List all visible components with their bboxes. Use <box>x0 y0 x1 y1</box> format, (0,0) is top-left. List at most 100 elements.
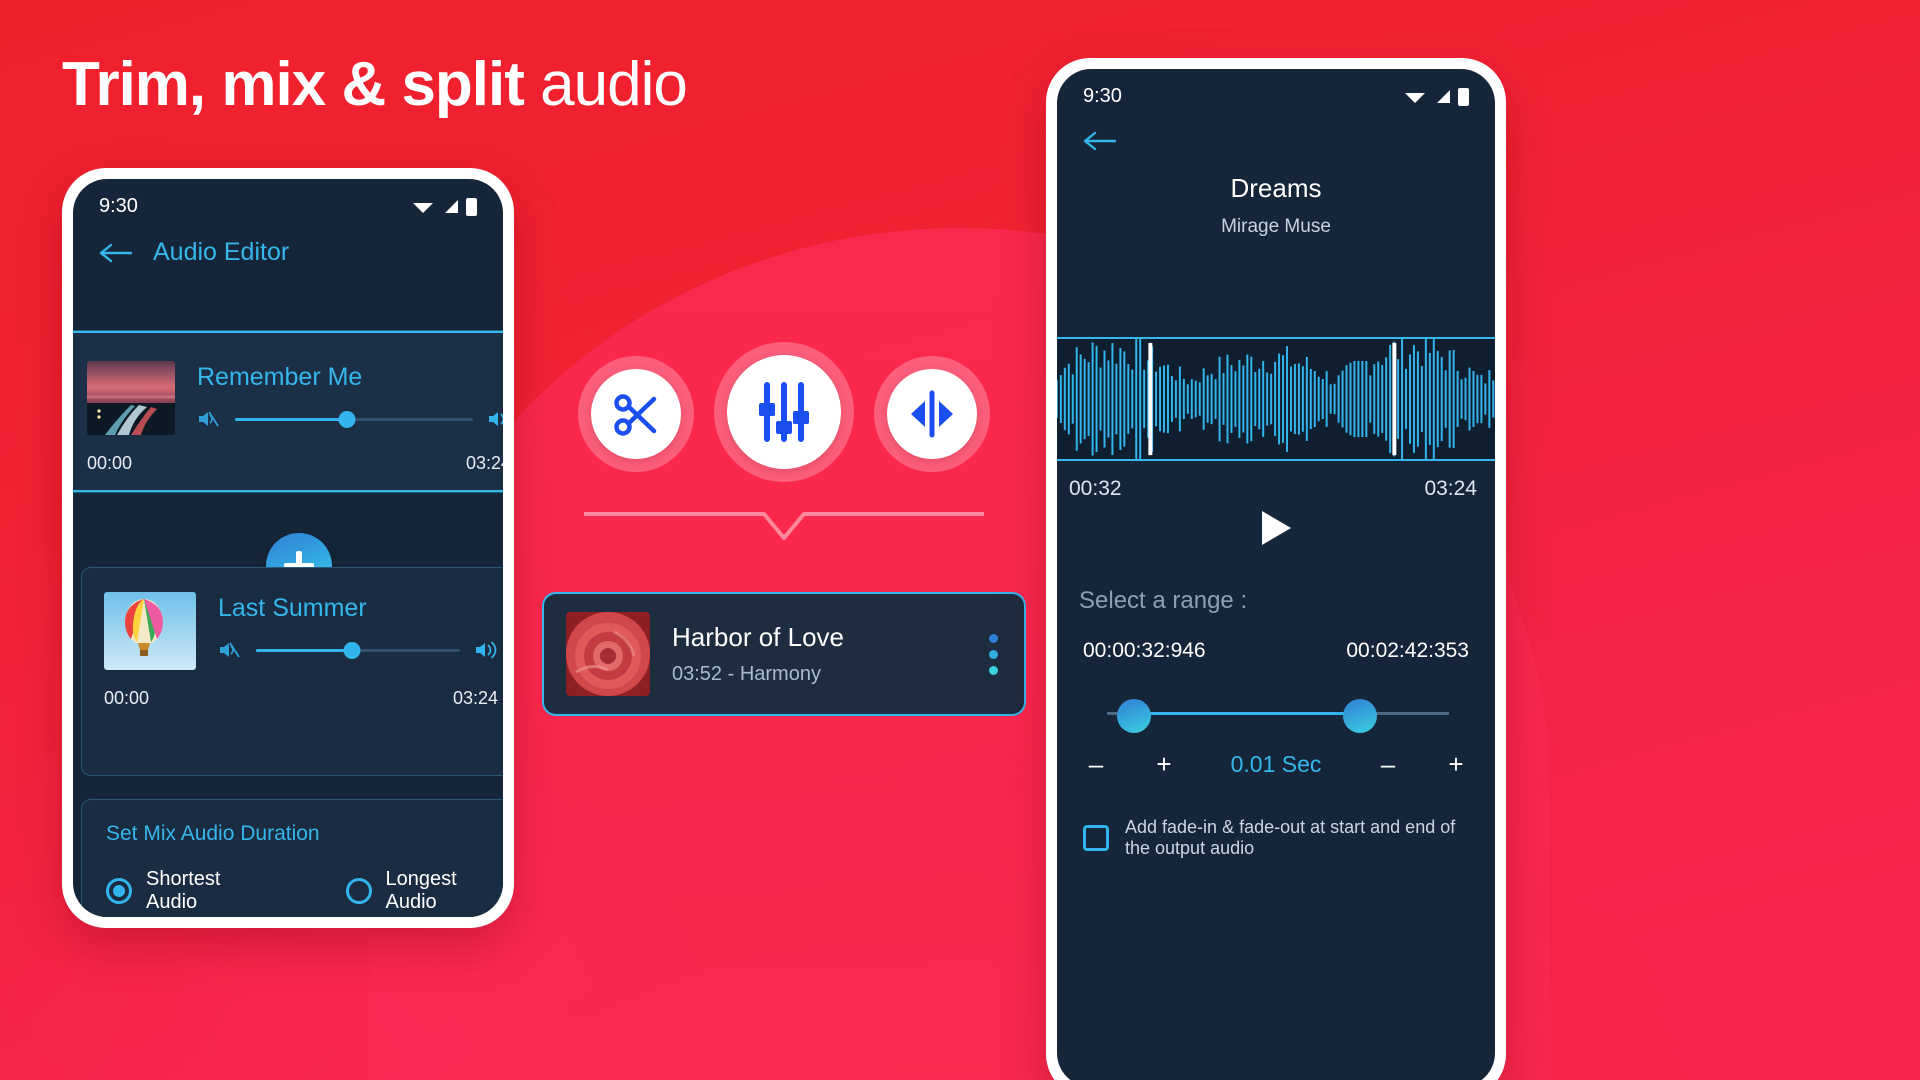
kebab-menu-icon[interactable] <box>989 633 1002 675</box>
volume-row <box>218 639 498 661</box>
split-tool-inner <box>887 369 977 459</box>
volume-slider-2[interactable] <box>256 641 460 659</box>
audio-waveform[interactable] <box>1057 337 1495 461</box>
nav-bar: Audio Editor <box>73 224 503 289</box>
slider-fill <box>235 418 347 421</box>
track-card-2[interactable]: Last Summer 00:00 03:24 <box>81 567 503 776</box>
song-artist: Mirage Muse <box>1221 216 1331 237</box>
volume-high-icon[interactable] <box>474 639 498 661</box>
wifi-icon <box>1405 92 1425 103</box>
track-row: Last Summer <box>104 592 498 670</box>
now-playing-info: Dreams Mirage Muse <box>1057 173 1495 238</box>
slider-fill <box>256 649 352 652</box>
output-track-card[interactable]: Harbor of Love 03:52 - Harmony <box>542 592 1026 716</box>
split-arrows-icon <box>911 390 953 438</box>
hot-air-balloon-thumbnail <box>104 592 196 670</box>
volume-mute-icon[interactable] <box>197 408 221 430</box>
track-card-selected[interactable]: Remember Me 00:00 03:2 <box>73 331 503 492</box>
status-time: 9:30 <box>99 195 138 217</box>
total-time: 03:24 <box>1424 477 1477 500</box>
red-rose-thumbnail <box>566 612 650 696</box>
status-time: 9:30 <box>1083 85 1122 107</box>
track-title: Last Summer <box>218 594 367 622</box>
left-phone-frame: 9:30 Audio Editor Remember Me 00:00 03:2… <box>62 168 514 928</box>
range-slider[interactable] <box>1107 699 1449 733</box>
track-start-time: 00:00 <box>87 453 133 473</box>
status-icons <box>1404 87 1469 106</box>
range-times: 00:00:32:946 00:02:42:353 <box>1083 639 1469 663</box>
start-plus-button[interactable]: + <box>1151 749 1177 780</box>
status-bar: 9:30 <box>73 179 503 224</box>
track-times: 00:00 03:24 <box>104 688 498 709</box>
mix-duration-title: Set Mix Audio Duration <box>106 822 320 845</box>
volume-mute-icon[interactable] <box>218 639 242 661</box>
radio-icon-empty[interactable] <box>345 878 372 904</box>
step-value[interactable]: 0.01 Sec <box>1231 751 1322 778</box>
output-track-title: Harbor of Love <box>672 622 844 652</box>
track-title: Remember Me <box>197 363 363 391</box>
radio-longest-audio[interactable]: Longest Audio <box>345 868 497 914</box>
wifi-icon <box>413 202 433 213</box>
track-row: Remember Me <box>87 361 503 435</box>
end-plus-button[interactable]: + <box>1443 749 1469 780</box>
status-icons <box>412 197 477 216</box>
track-body: Last Summer <box>218 592 498 661</box>
fade-option-row[interactable]: Add fade-in & fade-out at start and end … <box>1083 817 1475 859</box>
track-body: Remember Me <box>197 361 503 430</box>
track-times: 00:00 03:24 <box>87 453 503 474</box>
radio-label: Longest Audio <box>385 868 457 913</box>
scissors-icon <box>614 394 657 436</box>
signal-icon <box>445 200 458 213</box>
mix-tool-inner <box>727 355 841 469</box>
range-fill <box>1134 712 1361 715</box>
right-phone-frame: 9:30 Dreams Mirage Muse 00:32 03:24 Sele… <box>1046 58 1506 1080</box>
equalizer-sliders-icon <box>759 382 809 442</box>
track-start-time: 00:00 <box>104 688 150 708</box>
left-phone-screen: 9:30 Audio Editor Remember Me 00:00 03:2… <box>73 179 503 917</box>
start-minus-button[interactable]: – <box>1083 749 1109 780</box>
slider-thumb[interactable] <box>338 411 356 428</box>
range-end-time: 00:02:42:353 <box>1346 639 1469 662</box>
range-start-knob[interactable] <box>1117 699 1152 733</box>
slider-thumb[interactable] <box>343 642 361 659</box>
trim-tool-button[interactable] <box>578 356 694 472</box>
range-label: Select a range : <box>1079 587 1248 614</box>
battery-icon <box>1458 87 1469 106</box>
split-tool-button[interactable] <box>874 356 990 472</box>
volume-slider-1[interactable] <box>235 410 473 428</box>
track-end-time: 03:24 <box>452 688 498 708</box>
range-end-knob[interactable] <box>1343 699 1378 733</box>
end-steppers: – + <box>1375 749 1469 780</box>
volume-high-icon[interactable] <box>487 408 503 430</box>
battery-icon <box>466 197 477 216</box>
trim-tool-inner <box>591 369 681 459</box>
fade-label: Add fade-in & fade-out at start and end … <box>1125 817 1456 858</box>
back-arrow-icon[interactable] <box>1083 130 1117 152</box>
mix-duration-card: Set Mix Audio Duration Shortest Audio Lo… <box>81 799 503 917</box>
radio-icon-selected[interactable] <box>106 878 132 904</box>
status-bar: 9:30 <box>1057 69 1495 114</box>
mix-duration-options: Shortest Audio Longest Audio <box>106 868 496 914</box>
output-track-subtitle: 03:52 - Harmony <box>672 663 821 685</box>
range-steppers: – + 0.01 Sec – + <box>1083 749 1469 780</box>
radio-shortest-audio[interactable]: Shortest Audio <box>106 868 260 914</box>
mix-tool-button[interactable] <box>714 342 854 482</box>
page-title: Trim, mix & split audio <box>62 52 688 117</box>
play-icon <box>1262 511 1291 545</box>
radio-label: Shortest Audio <box>146 868 221 913</box>
back-arrow-icon[interactable] <box>99 242 133 264</box>
end-minus-button[interactable]: – <box>1375 749 1401 780</box>
playback-times: 00:32 03:24 <box>1069 477 1477 501</box>
right-phone-screen: 9:30 Dreams Mirage Muse 00:32 03:24 Sele… <box>1057 69 1495 1080</box>
connector-line <box>584 512 984 540</box>
start-steppers: – + <box>1083 749 1177 780</box>
current-time: 00:32 <box>1069 477 1122 500</box>
song-title: Dreams <box>1230 173 1322 203</box>
nav-bar <box>1057 114 1495 157</box>
volume-row <box>197 408 503 430</box>
fade-checkbox[interactable] <box>1083 825 1109 851</box>
track-end-time: 03:24 <box>465 453 503 473</box>
range-start-time: 00:00:32:946 <box>1083 639 1206 662</box>
output-track-body: Harbor of Love 03:52 - Harmony <box>672 622 967 686</box>
play-button[interactable] <box>1259 509 1293 552</box>
